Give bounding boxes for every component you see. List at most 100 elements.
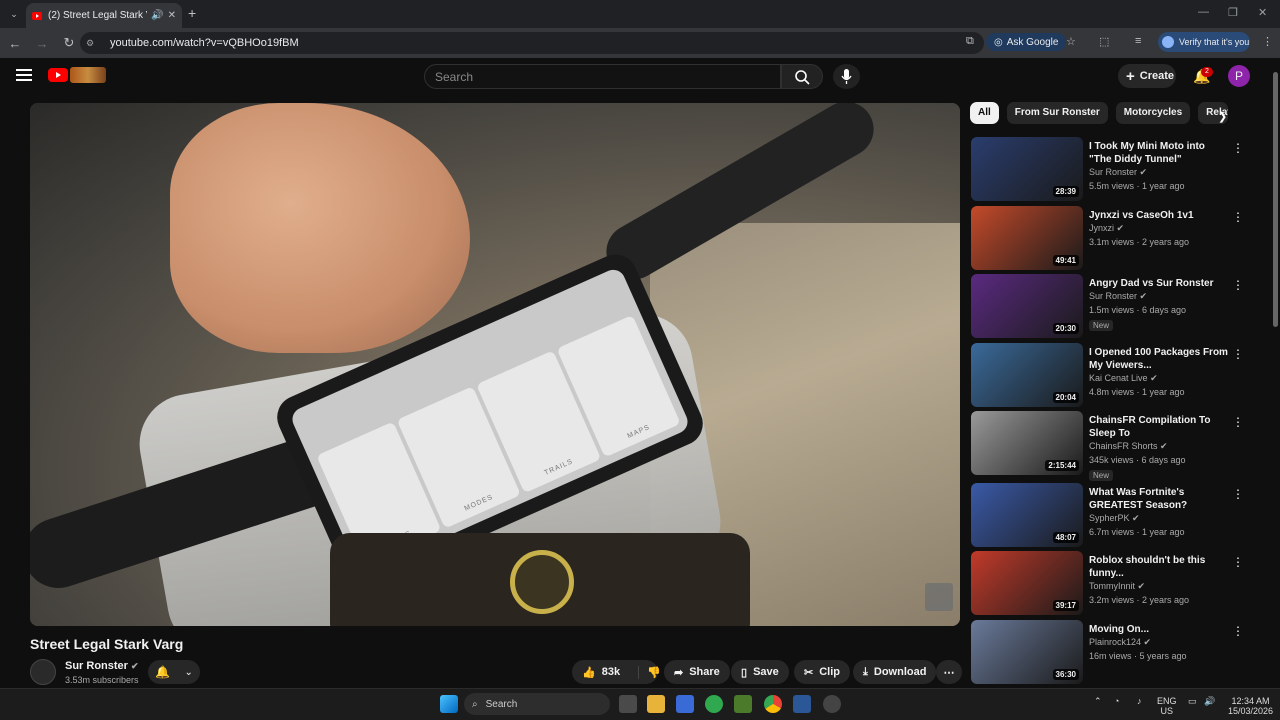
video-thumbnail[interactable]: 49:41 [971, 206, 1083, 270]
video-title[interactable]: I Opened 100 Packages From My Viewers... [1089, 346, 1229, 372]
video-channel[interactable]: Jynxzi ✔ [1089, 223, 1124, 234]
more-options-icon[interactable]: ⋮ [1232, 141, 1244, 155]
tab-search-icon[interactable]: ⌄ [6, 6, 22, 22]
reload-icon[interactable]: ↻ [57, 35, 81, 51]
recommendation-item[interactable]: 20:30 Angry Dad vs Sur Ronster Sur Ronster… [970, 274, 1255, 338]
video-channel[interactable]: TommyInnit ✔ [1089, 581, 1145, 592]
search-input[interactable]: Search [424, 64, 781, 89]
chevron-right-icon[interactable]: ❯ [1218, 110, 1227, 123]
forward-icon[interactable]: → [30, 36, 54, 51]
video-channel[interactable]: Sur Ronster ✔ [1089, 291, 1147, 302]
close-tab-icon[interactable]: ✕ [168, 10, 176, 21]
verify-profile-button[interactable]: Verify that it's you [1158, 32, 1250, 52]
video-title[interactable]: Roblox shouldn't be this funny... [1089, 554, 1229, 580]
reading-list-icon[interactable]: ≡ [1135, 35, 1141, 47]
save-button[interactable]: ▯ Save [731, 660, 789, 684]
video-player[interactable]: STATS MODES TRAILS MAPS [30, 103, 960, 626]
menu-icon[interactable] [16, 69, 32, 81]
channel-avatar[interactable] [30, 659, 56, 685]
wifi-icon[interactable]: ◔ [1114, 696, 1119, 706]
video-thumbnail[interactable]: 48:07 [971, 483, 1083, 547]
video-title[interactable]: Jynxzi vs CaseOh 1v1 [1089, 209, 1229, 222]
video-thumbnail[interactable]: 39:17 [971, 551, 1083, 615]
video-title[interactable]: Angry Dad vs Sur Ronster [1089, 277, 1229, 290]
browser-tab[interactable]: (2) Street Legal Stark Varg - 🔊 ✕ [26, 3, 182, 28]
close-window-icon[interactable]: ✕ [1258, 6, 1267, 19]
more-options-icon[interactable]: ⋮ [1232, 415, 1244, 429]
maximize-icon[interactable]: ❐ [1228, 6, 1238, 19]
task-view-icon[interactable] [619, 695, 637, 713]
like-count[interactable]: 83k [602, 666, 620, 678]
video-channel[interactable]: Sur Ronster ✔ [1089, 167, 1147, 178]
audio-playing-icon[interactable]: 🔊 [151, 10, 163, 21]
video-title[interactable]: I Took My Mini Moto into "The Diddy Tunn… [1089, 140, 1229, 166]
clip-button[interactable]: ✂ Clip [794, 660, 850, 684]
recommendation-item[interactable]: 48:07 What Was Fortnite's GREATEST Season… [970, 483, 1255, 547]
store-icon[interactable] [676, 695, 694, 713]
network-icon[interactable]: ▭ [1188, 696, 1197, 706]
more-options-icon[interactable]: ⋮ [1232, 487, 1244, 501]
recommendation-item[interactable]: 49:41 Jynxzi vs CaseOh 1v1 Jynxzi ✔ 3.1m vi… [970, 206, 1255, 270]
more-options-icon[interactable]: ⋮ [1232, 278, 1244, 292]
voice-search-button[interactable] [833, 64, 860, 89]
browser-menu-icon[interactable]: ⋮ [1262, 35, 1273, 48]
video-title[interactable]: What Was Fortnite's GREATEST Season? [1089, 486, 1229, 512]
new-tab-icon[interactable]: + [188, 5, 196, 21]
like-icon[interactable]: 👍 [582, 666, 596, 679]
video-thumbnail[interactable]: 20:30 [971, 274, 1083, 338]
install-app-icon[interactable]: ⧉ [966, 35, 974, 48]
youtube-logo[interactable] [48, 68, 68, 82]
more-options-icon[interactable]: ⋮ [1232, 555, 1244, 569]
channel-watermark[interactable] [925, 583, 953, 611]
more-options-icon[interactable]: ⋮ [1232, 347, 1244, 361]
video-thumbnail[interactable]: 20:04 [971, 343, 1083, 407]
language-indicator[interactable]: ENG US [1157, 696, 1177, 716]
site-info-icon[interactable]: ⚙ [86, 38, 100, 49]
video-thumbnail[interactable]: 28:39 [971, 137, 1083, 201]
video-channel[interactable]: Plainrock124 ✔ [1089, 637, 1151, 648]
bookmark-star-icon[interactable]: ☆ [1066, 35, 1076, 48]
video-title[interactable]: Moving On... [1089, 623, 1229, 636]
scrollbar-thumb[interactable] [1273, 72, 1278, 327]
video-thumbnail[interactable]: 2:15:44 [971, 411, 1083, 475]
edge-icon[interactable] [705, 695, 723, 713]
volume-icon[interactable]: 🔊 [1204, 696, 1215, 706]
video-channel[interactable]: ChainsFR Shorts ✔ [1089, 441, 1168, 452]
video-title[interactable]: ChainsFR Compilation To Sleep To [1089, 414, 1229, 440]
chrome-icon[interactable] [764, 695, 782, 713]
back-icon[interactable]: ← [3, 36, 27, 51]
taskbar-search[interactable]: ⌕ Search [464, 693, 610, 715]
page-scrollbar[interactable] [1271, 64, 1279, 684]
download-button[interactable]: ⤓ Download [853, 660, 937, 684]
recommendation-item[interactable]: 20:04 I Opened 100 Packages From My Viewe… [970, 343, 1255, 407]
recommendation-item[interactable]: 36:30 Moving On... Plainrock124 ✔ 16m views… [970, 620, 1255, 684]
video-thumbnail[interactable]: 36:30 [971, 620, 1083, 684]
youtube-doodle[interactable] [70, 67, 106, 83]
file-explorer-icon[interactable] [647, 695, 665, 713]
mic-tray-icon[interactable]: ♪ [1137, 696, 1142, 706]
minecraft-icon[interactable] [734, 695, 752, 713]
recommendation-item[interactable]: 2:15:44 ChainsFR Compilation To Sleep To C… [970, 411, 1255, 481]
chip-all[interactable]: All [970, 102, 999, 124]
chip-motorcycles[interactable]: Motorcycles [1115, 102, 1191, 124]
ask-google-button[interactable]: ◎ Ask Google [986, 33, 1067, 51]
account-avatar[interactable]: P [1228, 65, 1250, 87]
search-button[interactable] [781, 64, 823, 89]
more-options-icon[interactable]: ⋮ [1232, 624, 1244, 638]
channel-name[interactable]: Sur Ronster ✔ [65, 660, 139, 672]
more-options-icon[interactable]: ⋮ [1232, 210, 1244, 224]
more-actions-button[interactable]: ⋯ [936, 660, 962, 684]
tray-chevron-icon[interactable]: ⌃ [1094, 696, 1102, 706]
video-channel[interactable]: Kai Cenat Live ✔ [1089, 373, 1158, 384]
recommendation-item[interactable]: 39:17 Roblox shouldn't be this funny... To… [970, 551, 1255, 615]
app-icon[interactable] [823, 695, 841, 713]
extensions-icon[interactable]: ⬚ [1099, 35, 1109, 48]
recommendation-item[interactable]: 28:39 I Took My Mini Moto into "The Diddy… [970, 137, 1255, 201]
dislike-icon[interactable]: 👎 [638, 665, 661, 679]
chip-from-channel[interactable]: From Sur Ronster [1006, 102, 1108, 124]
start-icon[interactable] [440, 695, 458, 713]
minimize-icon[interactable]: — [1198, 6, 1209, 18]
clock[interactable]: 12:34 AM 15/03/2026 [1228, 696, 1273, 716]
address-bar[interactable]: ⚙ youtube.com/watch?v=vQBHOo19fBM [80, 32, 984, 54]
subscribed-button[interactable]: 🔔 ⌄ [148, 660, 200, 684]
